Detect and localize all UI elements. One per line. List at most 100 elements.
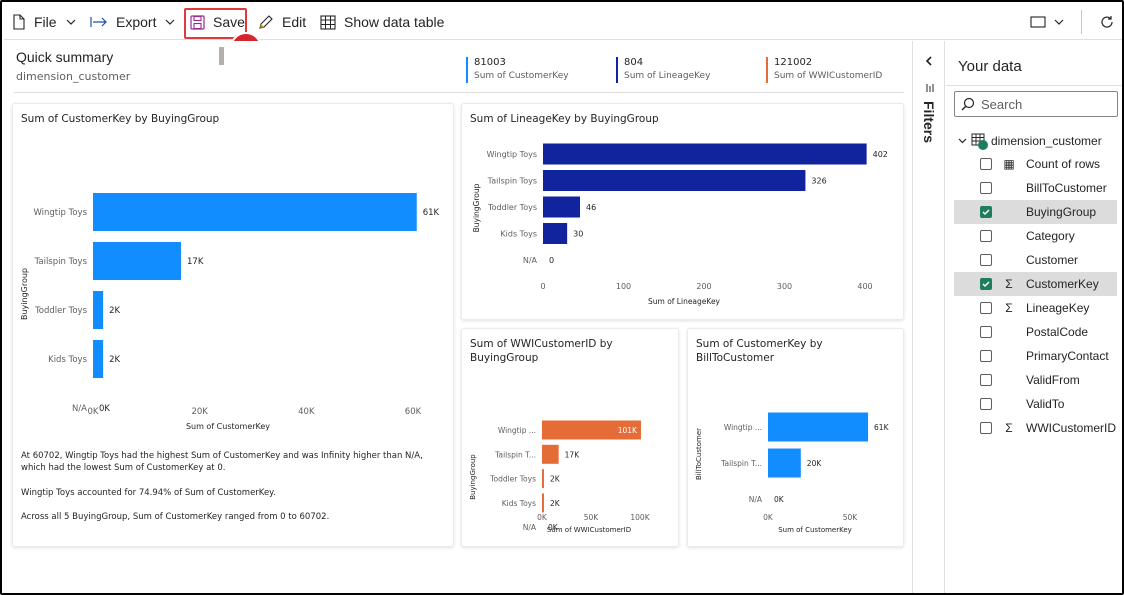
bar[interactable] (543, 223, 568, 244)
field-name: ValidTo (1026, 397, 1065, 411)
toolbar-separator (1081, 10, 1082, 34)
tick-label: 50K (843, 513, 859, 522)
field-name: Category (1026, 229, 1075, 243)
calculator-icon: ▦ (1003, 157, 1015, 171)
bar[interactable] (93, 291, 104, 329)
checkmark-badge-icon (978, 140, 988, 150)
chart-card-lineagekey[interactable]: Sum of LineageKey by BuyingGroup Wingtip… (461, 103, 904, 320)
tick-label: 40K (298, 407, 315, 417)
bar[interactable] (93, 242, 181, 280)
bar[interactable] (543, 170, 806, 191)
field-item[interactable]: ▦ Count of rows (954, 152, 1117, 176)
field-item[interactable]: Category (954, 224, 1117, 248)
field-checkbox[interactable] (980, 422, 992, 434)
field-checkbox[interactable] (980, 350, 992, 362)
field-checkbox[interactable] (980, 398, 992, 410)
bar[interactable] (543, 196, 581, 218)
field-item[interactable]: BuyingGroup (954, 200, 1117, 224)
filters-label: Filters (921, 101, 937, 144)
export-arrow-icon (90, 17, 107, 27)
bar-chart-wwicustomerid: Wingtip ... 101K Tailspin T... 17K Toddler T… (469, 420, 651, 534)
tick-label: 100 (616, 282, 631, 291)
data-label: 30 (573, 230, 583, 239)
insight-2: Wingtip Toys accounted for 74.94% of Sum… (21, 488, 276, 498)
data-label: 326 (811, 177, 826, 186)
search-input[interactable]: Search (954, 91, 1118, 117)
bar[interactable] (93, 193, 417, 231)
tick-label: 0 (540, 282, 545, 291)
field-checkbox[interactable] (980, 374, 992, 386)
field-name: BuyingGroup (1026, 205, 1097, 219)
field-name: PostalCode (1026, 325, 1089, 339)
bar[interactable] (542, 444, 559, 464)
field-checkbox[interactable] (980, 182, 992, 194)
file-menu[interactable]: File (12, 4, 76, 40)
insight-3: Across all 5 BuyingGroup, Sum of Custome… (21, 512, 330, 522)
data-label: 2K (550, 475, 561, 484)
category-label: Wingtip Toys (33, 208, 87, 218)
field-name: LineageKey (1026, 301, 1090, 315)
sigma-icon: Σ (1005, 277, 1013, 291)
y-axis-title: BuyingGroup (472, 183, 481, 232)
category-label: Tailspin T... (720, 459, 762, 468)
data-label: 0 (549, 256, 554, 265)
chevron-down-icon (66, 19, 75, 25)
show-data-table-button[interactable]: Show data table (320, 4, 444, 40)
field-item[interactable]: PostalCode (954, 320, 1117, 344)
sigma-icon: Σ (1005, 301, 1013, 315)
export-label: Export (116, 14, 157, 30)
filters-pane-collapsed[interactable]: Filters (912, 41, 945, 593)
category-label: Toddler Toys (489, 475, 536, 484)
bar[interactable] (543, 143, 867, 165)
field-item[interactable]: Σ WWICustomerID (954, 416, 1117, 440)
kpi-value: 121002 (774, 57, 813, 68)
pencil-icon (259, 15, 273, 29)
bar[interactable] (542, 469, 544, 489)
bar[interactable] (768, 448, 801, 478)
field-checkbox[interactable] (980, 326, 992, 338)
chevron-left-icon[interactable] (925, 56, 933, 66)
bar[interactable] (93, 340, 104, 378)
field-checkbox[interactable] (980, 302, 992, 314)
resize-grip[interactable] (219, 47, 224, 65)
field-item[interactable]: BillToCustomer (954, 176, 1117, 200)
category-label: N/A (523, 256, 538, 265)
edit-button[interactable]: Edit (258, 4, 306, 40)
export-menu[interactable]: Export (90, 4, 175, 40)
field-checkbox[interactable] (980, 278, 992, 290)
category-label: Kids Toys (500, 230, 537, 239)
table-icon (320, 14, 336, 30)
tick-label: 20K (191, 407, 208, 417)
chart-card-customerkey[interactable]: Sum of CustomerKey by BuyingGroup Wingti… (12, 103, 454, 547)
field-name: BillToCustomer (1026, 181, 1107, 195)
tick-label: 0K (537, 513, 548, 522)
data-label: 46 (586, 203, 596, 212)
data-label: 61K (423, 208, 440, 218)
search-icon (961, 97, 975, 111)
bar[interactable] (542, 493, 544, 513)
refresh-button[interactable] (1100, 4, 1114, 40)
chart-card-billtocustomer[interactable]: Sum of CustomerKey by BillToCustomer Win… (687, 328, 904, 547)
table-node[interactable]: dimension_customer (958, 133, 1102, 150)
field-checkbox[interactable] (980, 158, 992, 170)
tick-label: 60K (405, 407, 422, 417)
field-checkbox[interactable] (980, 230, 992, 242)
bar[interactable] (768, 412, 869, 442)
field-item[interactable]: PrimaryContact (954, 344, 1117, 368)
field-item[interactable]: Σ CustomerKey (954, 272, 1117, 296)
field-item[interactable]: Σ LineageKey (954, 296, 1117, 320)
data-pane-title: Your data (958, 58, 1022, 75)
field-item[interactable]: ValidTo (954, 392, 1117, 416)
field-item[interactable]: Customer (954, 248, 1117, 272)
data-pane: Your data Search dimension_customer ▦ Cou… (946, 41, 1122, 593)
field-checkbox[interactable] (980, 254, 992, 266)
field-name: CustomerKey (1026, 277, 1099, 291)
kpi-label: Sum of CustomerKey (474, 71, 569, 81)
field-checkbox[interactable] (980, 206, 992, 218)
chart-card-wwicustomerid[interactable]: Sum of WWICustomerID by BuyingGroup Wing… (461, 328, 679, 547)
view-mode-dropdown[interactable] (1030, 4, 1064, 40)
data-label: 402 (873, 150, 888, 159)
category-label: N/A (523, 523, 537, 532)
field-item[interactable]: ValidFrom (954, 368, 1117, 392)
data-label: 17K (187, 257, 204, 267)
